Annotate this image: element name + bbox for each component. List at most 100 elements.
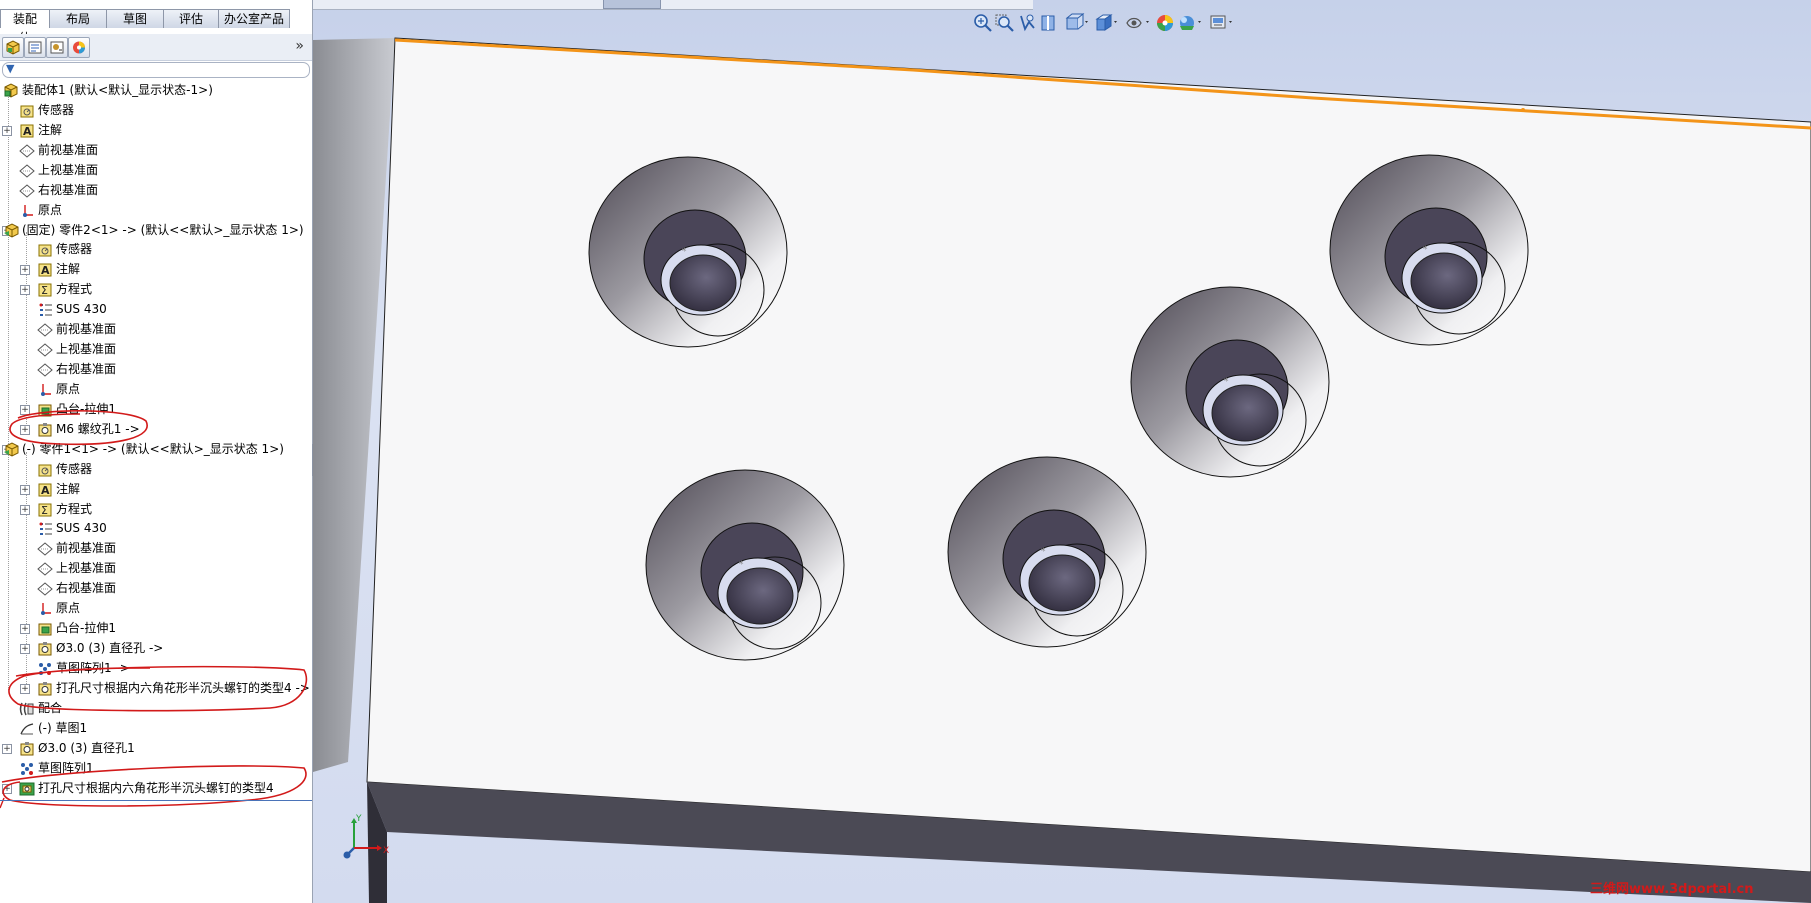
- tree-item-label: SUS 430: [56, 302, 107, 317]
- countersink-hole[interactable]: *: [645, 469, 845, 661]
- expand-node-icon[interactable]: +: [20, 265, 30, 276]
- tree-item-label: 前视基准面: [56, 541, 117, 556]
- tree-item[interactable]: −(-) 零件1<1> -> (默认<<默认>_显示状态 1>): [0, 440, 312, 459]
- tab-assembly[interactable]: 装配体: [0, 9, 50, 45]
- tree-item[interactable]: + A 注解: [0, 480, 312, 499]
- expand-panel-button[interactable]: »: [295, 38, 304, 54]
- tree-item[interactable]: 传感器: [0, 460, 312, 479]
- tree-item[interactable]: SUS 430: [0, 300, 312, 319]
- countersink-hole[interactable]: *: [588, 156, 788, 348]
- expand-node-icon[interactable]: +: [2, 125, 12, 136]
- tree-item-label: 右视基准面: [56, 362, 117, 377]
- tree-item[interactable]: + 打孔尺寸根据内六角花形半沉头螺钉的类型4 ->: [0, 679, 312, 698]
- expand-node-icon[interactable]: +: [20, 285, 30, 296]
- tree-item[interactable]: + 凸台-拉伸1: [0, 619, 312, 638]
- tree-item[interactable]: 原点: [0, 201, 312, 220]
- pattern-icon: [21, 762, 33, 775]
- part-icon: [4, 442, 19, 457]
- countersink-hole[interactable]: *: [947, 456, 1147, 648]
- expand-node-icon[interactable]: +: [20, 424, 30, 435]
- tree-item[interactable]: 上视基准面: [0, 340, 312, 359]
- tree-item[interactable]: + Ø3.0 (3) 直径孔1: [0, 739, 312, 758]
- tree-item[interactable]: 原点: [0, 380, 312, 399]
- graphics-area[interactable]: * * * * *: [313, 0, 1811, 903]
- origin-icon: [41, 383, 51, 396]
- edit-appearance-icon[interactable]: [1154, 12, 1176, 34]
- plane-icon: [19, 183, 35, 198]
- extrude-icon: [38, 623, 52, 636]
- tree-item[interactable]: 草图阵列1: [0, 759, 312, 778]
- origin-icon: [23, 204, 33, 217]
- tree-item[interactable]: 传感器: [0, 101, 312, 120]
- expand-node-icon[interactable]: +: [20, 404, 30, 415]
- tree-item[interactable]: 右视基准面: [0, 181, 312, 200]
- zoom-to-fit-icon[interactable]: [972, 12, 994, 34]
- tree-item[interactable]: 装配体1 (默认<默认_显示状态-1>): [0, 81, 312, 100]
- tree-item[interactable]: 前视基准面: [0, 320, 312, 339]
- configuration-manager-tab[interactable]: [46, 37, 68, 58]
- tree-item[interactable]: 配合: [0, 699, 312, 718]
- tab-evaluate[interactable]: 评估: [163, 9, 219, 28]
- tree-item[interactable]: 右视基准面: [0, 360, 312, 379]
- countersink-hole[interactable]: *: [1130, 286, 1330, 478]
- tab-office-products[interactable]: 办公室产品: [218, 9, 290, 28]
- tree-item[interactable]: 原点: [0, 599, 312, 618]
- tree-item[interactable]: SUS 430: [0, 519, 312, 538]
- countersink-hole[interactable]: *: [1329, 154, 1529, 346]
- view-orientation-icon[interactable]: [1064, 12, 1090, 34]
- tree-item-label: 前视基准面: [56, 322, 117, 337]
- tab-layout[interactable]: 布局: [49, 9, 107, 28]
- svg-text:A: A: [41, 264, 50, 277]
- tree-item[interactable]: + A 注解: [0, 260, 312, 279]
- tab-sketch[interactable]: 草图: [106, 9, 164, 28]
- tree-item-label: 草图阵列1: [38, 760, 94, 775]
- tree-item[interactable]: (-) 草图1: [0, 719, 312, 738]
- property-manager-tab[interactable]: [24, 37, 46, 58]
- tree-item[interactable]: + M6 螺纹孔1 ->: [0, 420, 312, 439]
- assembly-icon: [4, 83, 18, 98]
- hole-icon: [38, 422, 52, 437]
- view-settings-icon[interactable]: [1208, 12, 1236, 34]
- expand-node-icon[interactable]: +: [20, 683, 30, 694]
- expand-node-icon[interactable]: +: [20, 504, 30, 515]
- tree-filter-input[interactable]: ▼: [2, 62, 310, 78]
- zoom-to-area-icon[interactable]: [994, 12, 1016, 34]
- expand-node-icon[interactable]: +: [2, 743, 12, 754]
- tree-item[interactable]: 草图阵列1 ->: [0, 659, 312, 678]
- tree-item[interactable]: 上视基准面: [0, 161, 312, 180]
- tree-item[interactable]: −(固定) 零件2<1> -> (默认<<默认>_显示状态 1>): [0, 221, 312, 240]
- expand-node-icon[interactable]: +: [20, 624, 30, 635]
- material-icon: [39, 303, 52, 317]
- expand-node-icon[interactable]: +: [2, 783, 12, 794]
- svg-text:*: *: [682, 247, 687, 257]
- tree-item[interactable]: + 凸台-拉伸1: [0, 400, 312, 419]
- sketch-icon: [20, 723, 34, 735]
- tree-item[interactable]: + Σ 方程式: [0, 500, 312, 519]
- apply-scene-icon[interactable]: [1176, 12, 1204, 34]
- hole-icon: [38, 681, 52, 696]
- tree-item-label: SUS 430: [56, 521, 107, 536]
- expand-node-icon[interactable]: +: [20, 644, 30, 655]
- tree-item[interactable]: 前视基准面: [0, 539, 312, 558]
- tree-item[interactable]: 右视基准面: [0, 579, 312, 598]
- previous-view-icon[interactable]: [1016, 12, 1038, 34]
- hide-show-items-icon[interactable]: [1124, 12, 1152, 34]
- tree-item[interactable]: 传感器: [0, 240, 312, 259]
- display-style-icon[interactable]: [1094, 12, 1120, 34]
- tree-item[interactable]: 前视基准面: [0, 141, 312, 160]
- expand-node-icon[interactable]: +: [20, 484, 30, 495]
- tree-item-label: 前视基准面: [38, 142, 99, 157]
- feature-manager-tab[interactable]: [2, 37, 24, 58]
- display-manager-tab[interactable]: [68, 37, 90, 58]
- tree-item[interactable]: + 打孔尺寸根据内六角花形半沉头螺钉的类型4: [0, 779, 312, 798]
- property-strip: [313, 0, 1033, 10]
- pattern-icon: [39, 662, 51, 675]
- plane-icon: [19, 164, 35, 178]
- tree-item-label: 方程式: [56, 282, 93, 297]
- tree-item[interactable]: 上视基准面: [0, 559, 312, 578]
- tree-item[interactable]: + A 注解: [0, 121, 312, 140]
- tree-item[interactable]: + Ø3.0 (3) 直径孔 ->: [0, 639, 312, 658]
- tree-item-label: 传感器: [56, 242, 93, 257]
- section-view-icon[interactable]: [1038, 12, 1060, 34]
- tree-item[interactable]: + Σ 方程式: [0, 280, 312, 299]
